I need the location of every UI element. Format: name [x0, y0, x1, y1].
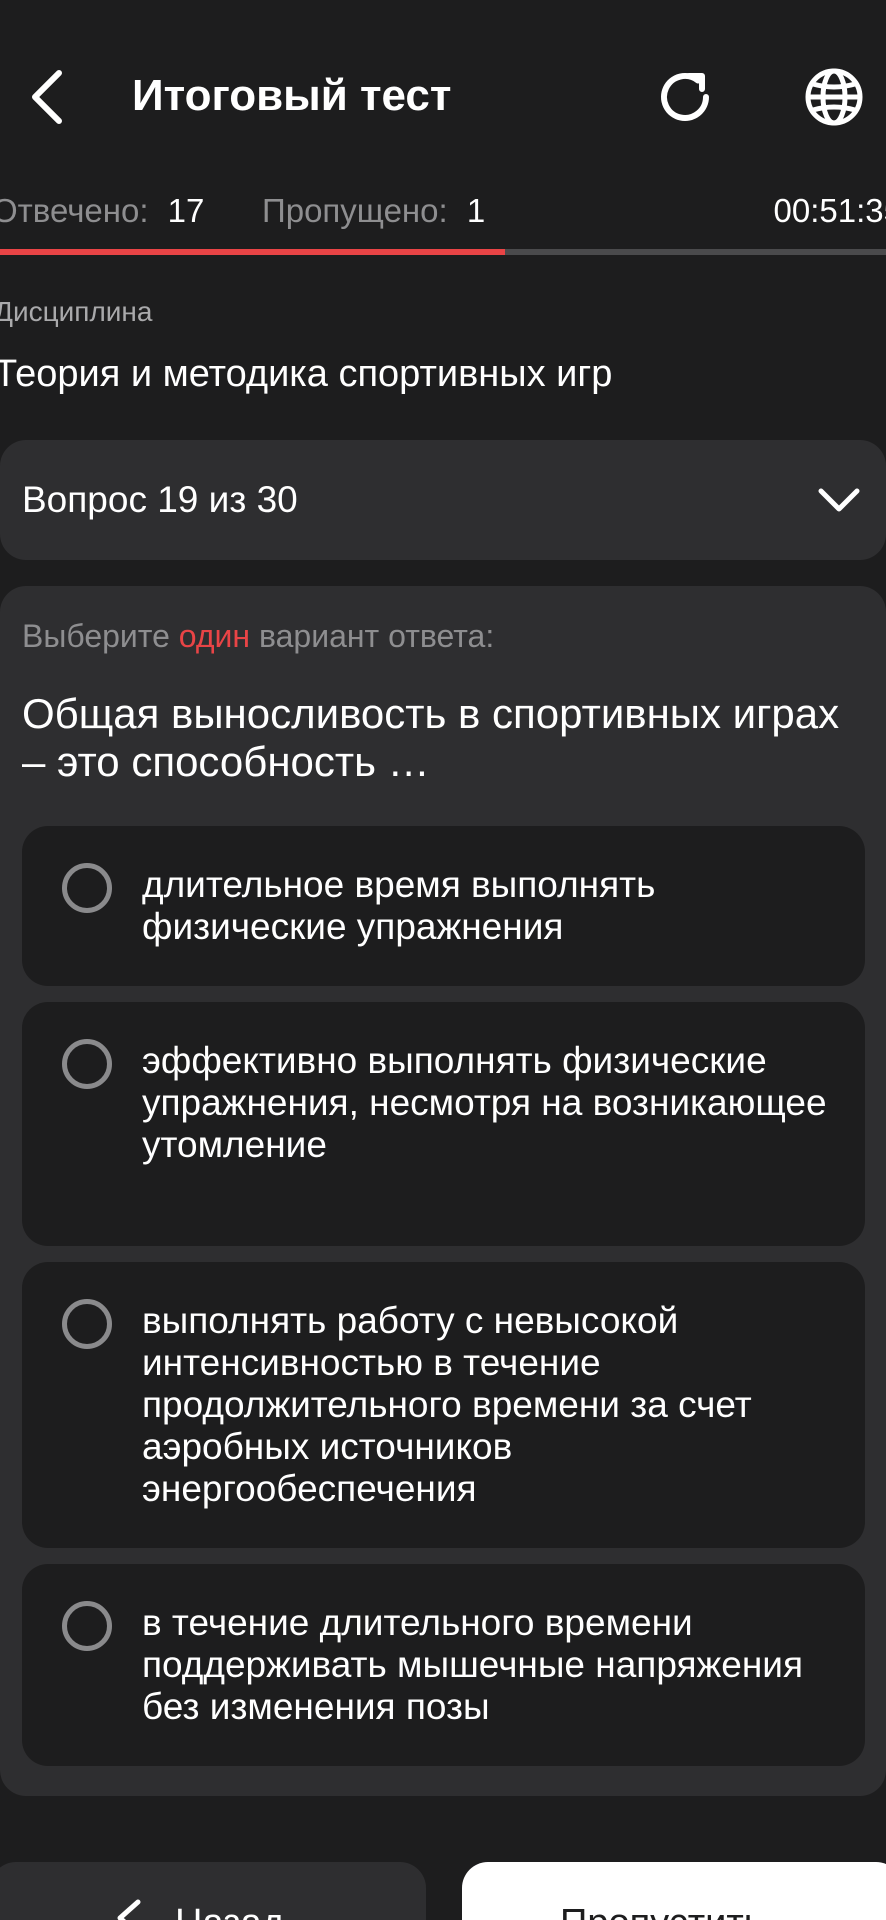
radio-button[interactable] [62, 1601, 112, 1651]
previous-question-button[interactable]: Назад [0, 1862, 426, 1920]
skipped-label: Пропущено: [262, 192, 448, 229]
page-title: Итоговый тест [132, 71, 452, 120]
discipline-name: Теория и методика спортивных игр [0, 353, 613, 395]
header: Итоговый тест [0, 0, 886, 195]
question-text: Общая выносливость в спортивных играх – … [22, 690, 840, 785]
answered-label: Отвечено: [0, 192, 149, 229]
progress-bar [0, 249, 886, 255]
language-button[interactable] [801, 64, 867, 130]
previous-question-label: Назад [175, 1898, 284, 1920]
instruction-prefix: Выберите [22, 618, 179, 654]
chevron-left-icon [117, 1899, 141, 1920]
answer-option-label: выполнять работу с невысокой интенсивнос… [142, 1300, 752, 1509]
answer-instruction: Выберите один вариант ответа: [22, 614, 494, 658]
answered-count: Отвечено: 17 [0, 186, 204, 236]
discipline-label: Дисциплина [0, 296, 153, 327]
question-selector[interactable]: Вопрос 19 из 30 [0, 440, 886, 560]
test-stats: Отвечено: 17 Пропущено: 1 00:51:35 [0, 186, 886, 236]
radio-button[interactable] [62, 1299, 112, 1349]
refresh-icon [661, 73, 709, 121]
instruction-accent: один [178, 618, 251, 654]
answer-option-1[interactable]: длительное время выполнять физические уп… [22, 826, 865, 986]
question-number: Вопрос 19 из 30 [22, 479, 298, 520]
answer-option-3[interactable]: выполнять работу с невысокой интенсивнос… [22, 1262, 865, 1548]
answer-option-2[interactable]: эффективно выполнять физические упражнен… [22, 1002, 865, 1246]
back-button[interactable] [22, 62, 72, 132]
refresh-button[interactable] [652, 64, 718, 130]
chevron-down-icon [818, 488, 860, 512]
answered-value: 17 [167, 192, 205, 229]
answer-option-label: длительное время выполнять физические уп… [142, 864, 656, 947]
skipped-count: Пропущено: 1 [262, 186, 485, 236]
timer: 00:51:35 [773, 192, 886, 229]
chevron-left-icon [32, 70, 62, 124]
answer-option-label: в течение длительного времени поддержива… [142, 1602, 803, 1727]
skip-question-button[interactable]: Пропустить [462, 1862, 886, 1920]
test-screen: Итоговый тест Отвечено: 17 Пропущено: 1 [0, 0, 886, 1920]
globe-icon [805, 68, 863, 126]
question-card: Выберите один вариант ответа: Общая выно… [0, 586, 886, 1796]
skipped-value: 1 [466, 192, 486, 229]
radio-button[interactable] [62, 1039, 112, 1089]
skip-question-label: Пропустить [560, 1898, 764, 1920]
answer-option-label: эффективно выполнять физические упражнен… [142, 1040, 827, 1165]
progress-fill [0, 249, 506, 255]
radio-button[interactable] [62, 863, 112, 913]
answer-option-4[interactable]: в течение длительного времени поддержива… [22, 1564, 865, 1766]
instruction-suffix: вариант ответа: [250, 618, 495, 654]
